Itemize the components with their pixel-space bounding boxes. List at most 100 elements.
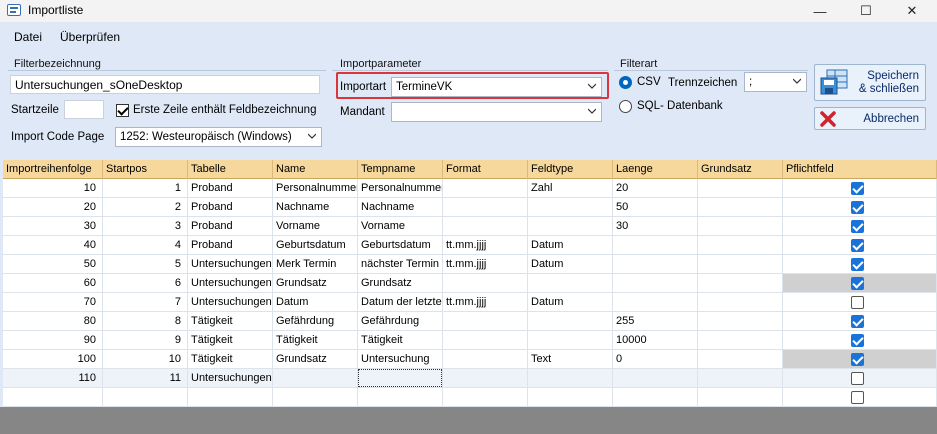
cancel-button[interactable]: Abbrechen <box>814 107 926 130</box>
cell-format[interactable] <box>443 331 528 350</box>
cell-startpos[interactable]: 2 <box>103 198 188 217</box>
cell-tabelle[interactable]: Untersuchungen <box>188 255 273 274</box>
cell-tabelle[interactable]: Untersuchungen <box>188 369 273 388</box>
pflichtfeld-checkbox[interactable] <box>851 182 864 195</box>
mandant-select[interactable] <box>391 102 602 122</box>
pflichtfeld-checkbox[interactable] <box>851 372 864 385</box>
cell-format[interactable] <box>443 217 528 236</box>
cell-name[interactable]: Gefährdung <box>273 312 358 331</box>
cell-laenge[interactable] <box>613 388 698 407</box>
cell-importreihenfolge[interactable]: 80 <box>3 312 103 331</box>
pflichtfeld-checkbox[interactable] <box>851 277 864 290</box>
cell-grundsatz[interactable] <box>698 179 783 198</box>
save-close-button[interactable]: Speichern & schließen <box>814 64 926 101</box>
table-row[interactable]: 100 10 Tätigkeit Grundsatz Untersuchung Text 0 <box>3 350 937 369</box>
table-row[interactable]: 80 8 Tätigkeit Gefährdung Gefährdung 255 <box>3 312 937 331</box>
cell-feldtype[interactable] <box>528 198 613 217</box>
cell-name[interactable]: Vorname <box>273 217 358 236</box>
cell-name[interactable] <box>273 388 358 407</box>
pflichtfeld-checkbox[interactable] <box>851 391 864 404</box>
cell-feldtype[interactable] <box>528 388 613 407</box>
cell-name[interactable] <box>273 369 358 388</box>
csv-radio[interactable] <box>619 76 632 89</box>
cell-feldtype[interactable]: Zahl <box>528 179 613 198</box>
cell-tempname[interactable]: Nachname <box>358 198 443 217</box>
cell-tabelle[interactable]: Proband <box>188 236 273 255</box>
cell-importreihenfolge[interactable]: 20 <box>3 198 103 217</box>
table-row[interactable]: 60 6 Untersuchungen Grundsatz Grundsatz <box>3 274 937 293</box>
cell-importreihenfolge[interactable]: 30 <box>3 217 103 236</box>
cell-importreihenfolge[interactable]: 10 <box>3 179 103 198</box>
table-row[interactable]: 30 3 Proband Vorname Vorname 30 <box>3 217 937 236</box>
cell-format[interactable] <box>443 350 528 369</box>
cell-tempname[interactable]: Datum der letzten <box>358 293 443 312</box>
active-edit-cell[interactable] <box>358 369 442 387</box>
cell-tempname[interactable]: Personalnummer <box>358 179 443 198</box>
cell-format[interactable] <box>443 179 528 198</box>
cell-name[interactable]: Nachname <box>273 198 358 217</box>
cell-name[interactable]: Grundsatz <box>273 274 358 293</box>
cell-format[interactable] <box>443 198 528 217</box>
table-row[interactable]: 10 1 Proband Personalnummer Personalnummer Za… <box>3 179 937 198</box>
column-header-format[interactable]: Format <box>443 160 528 179</box>
cell-grundsatz[interactable] <box>698 388 783 407</box>
pflichtfeld-checkbox[interactable] <box>851 220 864 233</box>
cell-importreihenfolge[interactable] <box>3 388 103 407</box>
cell-grundsatz[interactable] <box>698 369 783 388</box>
cell-name[interactable]: Datum <box>273 293 358 312</box>
cell-grundsatz[interactable] <box>698 350 783 369</box>
cell-importreihenfolge[interactable]: 70 <box>3 293 103 312</box>
cell-grundsatz[interactable] <box>698 312 783 331</box>
cell-laenge[interactable]: 30 <box>613 217 698 236</box>
cell-laenge[interactable] <box>613 293 698 312</box>
cell-startpos[interactable]: 1 <box>103 179 188 198</box>
pflichtfeld-checkbox[interactable] <box>851 315 864 328</box>
column-header-feldtype[interactable]: Feldtype <box>528 160 613 179</box>
column-header-grundsatz[interactable]: Grundsatz <box>698 160 783 179</box>
cell-format[interactable] <box>443 369 528 388</box>
pflichtfeld-checkbox[interactable] <box>851 334 864 347</box>
cell-feldtype[interactable] <box>528 274 613 293</box>
pflichtfeld-checkbox[interactable] <box>851 296 864 309</box>
cell-feldtype[interactable] <box>528 217 613 236</box>
cell-startpos[interactable]: 5 <box>103 255 188 274</box>
cell-laenge[interactable]: 0 <box>613 350 698 369</box>
table-row[interactable]: 40 4 Proband Geburtsdatum Geburtsdatum tt.mm.… <box>3 236 937 255</box>
cell-tempname[interactable] <box>358 388 443 407</box>
pflichtfeld-checkbox[interactable] <box>851 201 864 214</box>
cell-tempname[interactable]: nächster Termin <box>358 255 443 274</box>
cell-importreihenfolge[interactable]: 90 <box>3 331 103 350</box>
sql-radio[interactable] <box>619 100 632 113</box>
cell-tempname[interactable]: Geburtsdatum <box>358 236 443 255</box>
cell-feldtype[interactable] <box>528 331 613 350</box>
cell-startpos[interactable] <box>103 388 188 407</box>
maximize-button[interactable]: ☐ <box>843 0 889 22</box>
table-row[interactable]: 20 2 Proband Nachname Nachname 50 <box>3 198 937 217</box>
cell-name[interactable]: Personalnummer <box>273 179 358 198</box>
cell-laenge[interactable]: 10000 <box>613 331 698 350</box>
trennzeichen-select[interactable]: ; <box>744 72 807 92</box>
codepage-select[interactable]: 1252: Westeuropäisch (Windows) <box>115 127 322 147</box>
pflichtfeld-checkbox[interactable] <box>851 258 864 271</box>
close-button[interactable]: ✕ <box>889 0 935 22</box>
cell-feldtype[interactable] <box>528 369 613 388</box>
cell-format[interactable] <box>443 274 528 293</box>
cell-tabelle[interactable]: Proband <box>188 217 273 236</box>
cell-grundsatz[interactable] <box>698 274 783 293</box>
menu-ueberpruefen[interactable]: Überprüfen <box>60 30 120 44</box>
cell-feldtype[interactable] <box>528 312 613 331</box>
cell-tempname[interactable]: Vorname <box>358 217 443 236</box>
cell-laenge[interactable] <box>613 236 698 255</box>
cell-feldtype[interactable]: Datum <box>528 293 613 312</box>
import-grid[interactable]: Importreihenfolge Startpos Tabelle Name Temp… <box>3 160 937 407</box>
column-header-name[interactable]: Name <box>273 160 358 179</box>
cell-importreihenfolge[interactable]: 50 <box>3 255 103 274</box>
cell-format[interactable]: tt.mm.jjjj <box>443 293 528 312</box>
cell-startpos[interactable]: 6 <box>103 274 188 293</box>
cell-tempname[interactable]: Tätigkeit <box>358 331 443 350</box>
cell-importreihenfolge[interactable]: 40 <box>3 236 103 255</box>
cell-name[interactable]: Tätigkeit <box>273 331 358 350</box>
cell-tabelle[interactable]: Tätigkeit <box>188 331 273 350</box>
cell-tabelle[interactable]: Tätigkeit <box>188 312 273 331</box>
importart-select[interactable]: TermineVK <box>391 77 602 97</box>
